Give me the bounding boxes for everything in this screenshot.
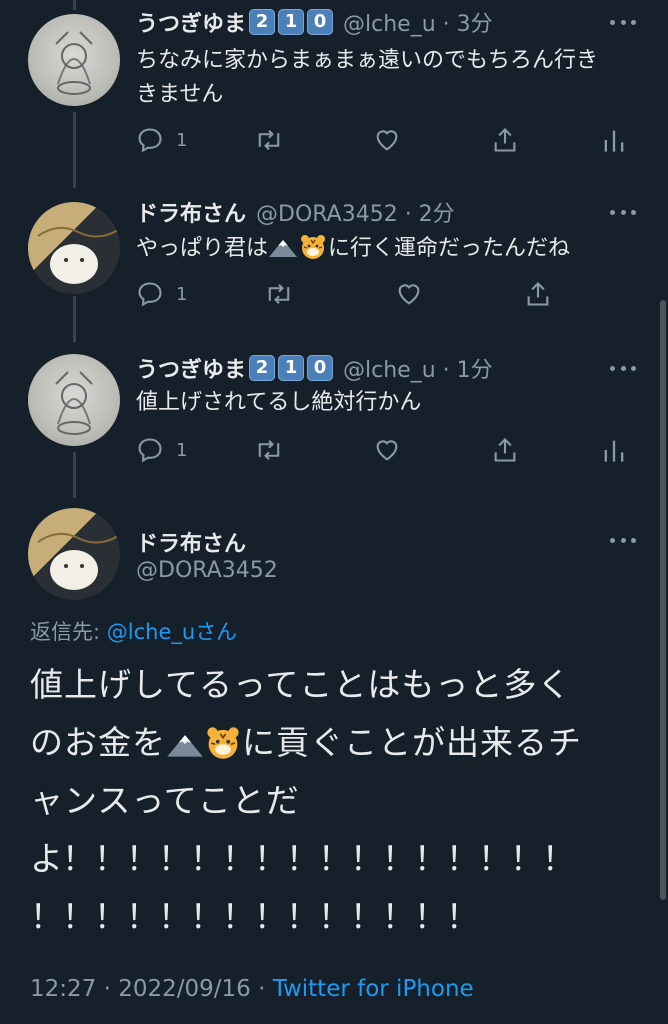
share-icon — [527, 282, 549, 306]
avatar[interactable] — [28, 14, 120, 106]
main-text-line: 値上げしてるってことはもっと多く — [30, 665, 572, 704]
avatar[interactable] — [28, 354, 120, 446]
keycap-badge: 1 — [278, 9, 305, 35]
share-button[interactable] — [491, 120, 519, 160]
tweet-header: うつぎゆま 2 1 0 @lche_u · 3分 — [136, 2, 493, 42]
tweet-2[interactable]: ドラ布さん @DORA3452 · 2分 やっぱり君は に行く運命だったんだね 1 — [0, 190, 668, 320]
main-text-line: ャンスってことだ — [30, 781, 300, 820]
handle-time[interactable]: @lche_u · 1分 — [343, 352, 493, 384]
reply-count: 1 — [176, 439, 188, 461]
reply-to-suffix[interactable]: さん — [195, 620, 237, 644]
keycap-badge: 0 — [307, 355, 334, 381]
display-name[interactable]: うつぎゆま — [136, 6, 246, 38]
tweet-text-line: きません — [136, 82, 224, 107]
main-text-part: に貢ぐことが出来るチ — [242, 723, 582, 762]
reply-count: 1 — [176, 129, 188, 151]
avatar-drawing-icon — [37, 226, 119, 284]
timestamp[interactable]: 12:27 · 2022/09/16 · — [30, 976, 273, 1002]
retweet-icon — [258, 440, 280, 460]
tweet-text-part: やっぱり君は — [136, 236, 269, 261]
tweet-text: 値上げされてるし絶対行かん — [136, 386, 646, 420]
more-icon[interactable] — [610, 520, 636, 560]
keycap-badge: 1 — [278, 355, 305, 381]
reply-button[interactable]: 1 — [136, 120, 187, 160]
share-button[interactable] — [524, 274, 552, 314]
reply-icon — [138, 282, 162, 307]
more-icon[interactable] — [610, 192, 636, 232]
avatar-drawing-icon — [37, 532, 119, 590]
display-name[interactable]: うつぎゆま — [136, 352, 246, 384]
retweet-button[interactable] — [254, 430, 284, 470]
main-text-part: のお金を — [30, 723, 166, 762]
action-bar: 1 — [136, 430, 636, 470]
analytics-button[interactable] — [602, 430, 626, 470]
retweet-icon — [268, 284, 290, 304]
avatar-drawing-icon — [55, 31, 93, 95]
main-text-line: よ！！！！！！！！！！！！！！！！ — [30, 839, 575, 878]
like-icon — [376, 440, 398, 461]
scrollbar[interactable] — [660, 300, 666, 900]
tweet-meta: 12:27 · 2022/09/16 · Twitter for iPhone — [30, 976, 474, 1002]
tweet-text-line: ちなみに家からまぁまぁ遠いのでもちろん行き — [136, 48, 599, 73]
main-text-line: ！！！！！！！！！！！！！！ — [30, 897, 479, 936]
tweet-text: やっぱり君は に行く運命だったんだね — [136, 232, 646, 266]
keycap-badge: 2 — [249, 355, 276, 381]
keycap-badge: 2 — [249, 9, 276, 35]
analytics-button[interactable] — [602, 120, 626, 160]
tiger-emoji-icon — [207, 727, 239, 759]
avatar-drawing-icon — [55, 371, 93, 435]
share-button[interactable] — [491, 430, 519, 470]
main-tweet-text: 値上げしてるってことはもっと多く のお金を に貢ぐことが出来るチ ャンスってことだ… — [30, 656, 630, 946]
reply-to-handle[interactable]: @lche_u — [107, 620, 195, 644]
reply-to-prefix: 返信先: — [30, 620, 107, 644]
retweet-icon — [258, 130, 280, 150]
reply-icon — [138, 438, 162, 463]
tweet-1[interactable]: うつぎゆま 2 1 0 @lche_u · 3分 ちなみに家からまぁまぁ遠いので… — [0, 0, 668, 170]
more-icon[interactable] — [610, 2, 636, 42]
tweet-text: ちなみに家からまぁまぁ遠いのでもちろん行き きません — [136, 44, 646, 112]
reply-button[interactable]: 1 — [136, 274, 187, 314]
handle-time[interactable]: @DORA3452 · 2分 — [256, 196, 455, 228]
share-icon — [494, 128, 516, 152]
retweet-button[interactable] — [264, 274, 294, 314]
reply-to: 返信先: @lche_uさん — [30, 616, 237, 646]
tweet-text-part: に行く運命だったんだね — [328, 236, 571, 261]
mountain-emoji-icon — [167, 735, 203, 757]
like-icon — [376, 130, 398, 151]
tweet-3[interactable]: うつぎゆま 2 1 0 @lche_u · 1分 値上げされてるし絶対行かん 1 — [0, 346, 668, 486]
tiger-emoji-icon — [301, 235, 326, 259]
main-avatar[interactable] — [28, 508, 120, 600]
share-icon — [494, 438, 516, 462]
like-button[interactable] — [372, 120, 402, 160]
like-button[interactable] — [394, 274, 424, 314]
reply-count: 1 — [176, 283, 188, 305]
like-icon — [398, 284, 420, 305]
tweet-text-line: 値上げされてるし絶対行かん — [136, 390, 422, 415]
reply-button[interactable]: 1 — [136, 430, 187, 470]
like-button[interactable] — [372, 430, 402, 470]
reply-icon — [138, 128, 162, 153]
mountain-emoji-icon — [269, 240, 298, 257]
main-handle[interactable]: @DORA3452 — [136, 558, 278, 583]
handle-time[interactable]: @lche_u · 3分 — [343, 6, 493, 38]
retweet-button[interactable] — [254, 120, 284, 160]
analytics-icon — [604, 440, 624, 462]
analytics-icon — [604, 130, 624, 152]
source-link[interactable]: Twitter for iPhone — [273, 976, 474, 1002]
avatar[interactable] — [28, 202, 120, 294]
tweet-thread: うつぎゆま 2 1 0 @lche_u · 3分 ちなみに家からまぁまぁ遠いので… — [0, 0, 668, 1024]
keycap-badge: 0 — [307, 9, 334, 35]
tweet-header: うつぎゆま 2 1 0 @lche_u · 1分 — [136, 348, 493, 388]
action-bar: 1 — [136, 274, 636, 314]
main-display-name[interactable]: ドラ布さん — [136, 526, 246, 558]
more-icon[interactable] — [610, 348, 636, 388]
action-bar: 1 — [136, 120, 636, 160]
main-text-line: のお金を に貢ぐことが出来るチ — [30, 714, 630, 772]
tweet-header: ドラ布さん @DORA3452 · 2分 — [136, 192, 455, 232]
display-name[interactable]: ドラ布さん — [136, 196, 246, 228]
